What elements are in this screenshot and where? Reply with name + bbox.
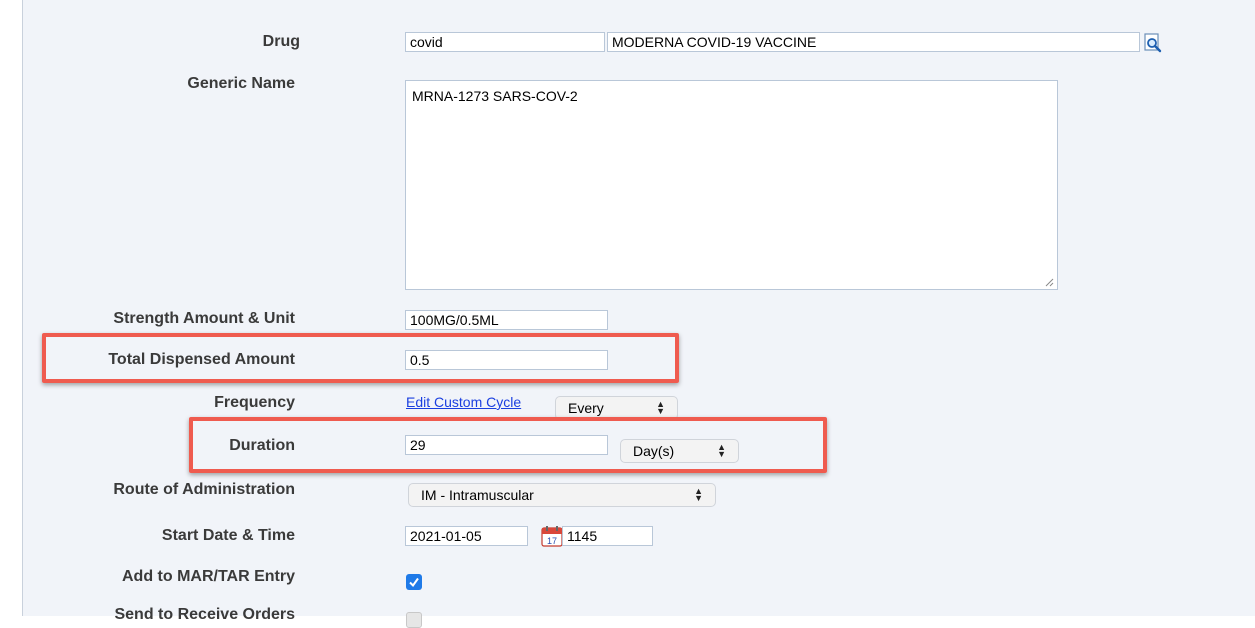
duration-unit-value: Day(s) xyxy=(633,443,675,459)
strength-input[interactable] xyxy=(405,310,608,330)
calendar-day-text: 17 xyxy=(547,536,557,546)
drug-label: Drug xyxy=(262,33,300,50)
mar-tar-label: Add to MAR/TAR Entry xyxy=(121,568,295,585)
checkmark-icon xyxy=(409,577,419,588)
frequency-select-value: Every xyxy=(568,400,604,416)
route-label: Route of Administration xyxy=(113,481,295,498)
duration-label: Duration xyxy=(229,437,295,454)
route-select[interactable]: IM - Intramuscular ▲ ▼ xyxy=(408,483,716,507)
drug-search-icon[interactable] xyxy=(1143,33,1163,53)
total-dispensed-input[interactable] xyxy=(405,350,608,370)
edit-custom-cycle-link[interactable]: Edit Custom Cycle xyxy=(406,394,521,410)
start-time-input[interactable] xyxy=(562,526,653,546)
mar-tar-checkbox[interactable] xyxy=(406,574,422,590)
duration-input[interactable] xyxy=(405,435,608,455)
frequency-label: Frequency xyxy=(214,394,295,411)
resize-grip-icon[interactable] xyxy=(1044,277,1054,287)
select-arrows-icon: ▲ ▼ xyxy=(694,486,703,503)
route-select-value: IM - Intramuscular xyxy=(421,487,534,503)
start-date-input[interactable] xyxy=(405,526,528,546)
drug-code-input[interactable] xyxy=(405,32,605,52)
drug-name-input[interactable] xyxy=(607,32,1140,52)
select-arrows-icon: ▲ ▼ xyxy=(656,399,665,416)
generic-name-label: Generic Name xyxy=(187,75,295,92)
generic-name-textarea[interactable]: MRNA-1273 SARS-COV-2 xyxy=(405,80,1058,290)
receive-orders-label: Send to Receive Orders xyxy=(114,606,295,623)
strength-label: Strength Amount & Unit xyxy=(113,310,295,327)
start-date-label: Start Date & Time xyxy=(161,527,295,544)
total-dispensed-label: Total Dispensed Amount xyxy=(108,351,295,368)
select-arrows-icon: ▲ ▼ xyxy=(717,442,726,459)
duration-unit-select[interactable]: Day(s) ▲ ▼ xyxy=(620,439,739,463)
receive-orders-checkbox[interactable] xyxy=(406,612,422,628)
calendar-icon[interactable]: 17 xyxy=(541,525,563,547)
